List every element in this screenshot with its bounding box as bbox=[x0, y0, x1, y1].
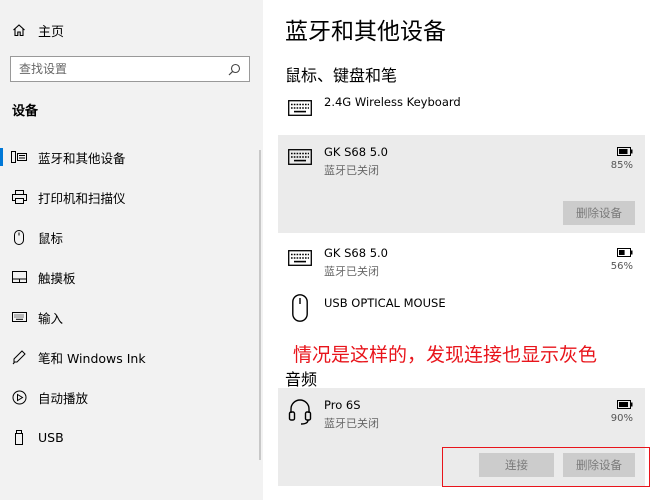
sidebar-item-label: 蓝牙和其他设备 bbox=[38, 150, 126, 166]
remove-device-button[interactable]: 删除设备 bbox=[563, 201, 635, 225]
section-title-audio: 音频 bbox=[285, 370, 318, 389]
keyboard-icon bbox=[287, 100, 313, 122]
battery-fill bbox=[619, 250, 625, 255]
sidebar-item-bluetooth[interactable]: 蓝牙和其他设备 bbox=[0, 142, 263, 172]
search-input[interactable] bbox=[19, 62, 219, 76]
battery-icon bbox=[617, 147, 633, 156]
device-name: Pro 6S bbox=[324, 398, 361, 412]
headset-icon bbox=[287, 398, 313, 426]
device-item[interactable]: USB OPTICAL MOUSE bbox=[278, 286, 645, 336]
sidebar-item-label: 笔和 Windows Ink bbox=[38, 350, 146, 366]
mouse-icon bbox=[287, 294, 313, 324]
device-item[interactable]: 2.4G Wireless Keyboard bbox=[278, 86, 645, 132]
sidebar-item-autoplay[interactable]: 自动播放 bbox=[0, 382, 263, 412]
battery-indicator: 90% bbox=[611, 400, 633, 424]
device-item[interactable]: GK S68 5.0 蓝牙已关闭 56% bbox=[278, 236, 645, 286]
sidebar-item-mouse[interactable]: 鼠标 bbox=[0, 222, 263, 252]
battery-indicator: 56% bbox=[611, 248, 633, 272]
keyboard-icon bbox=[287, 149, 313, 171]
device-name: 2.4G Wireless Keyboard bbox=[324, 95, 461, 109]
search-icon[interactable] bbox=[228, 63, 241, 76]
section-title-mouse-keyboard: 鼠标、键盘和笔 bbox=[285, 66, 398, 85]
battery-indicator: 85% bbox=[611, 147, 633, 171]
device-status: 蓝牙已关闭 bbox=[324, 265, 379, 278]
sidebar-item-label: 鼠标 bbox=[38, 230, 64, 246]
keyboard-icon bbox=[10, 312, 28, 322]
sidebar-scrollbar[interactable] bbox=[259, 150, 261, 460]
device-item-selected[interactable]: GK S68 5.0 蓝牙已关闭 85% 删除设备 bbox=[278, 135, 645, 233]
home-label: 主页 bbox=[38, 24, 65, 40]
search-box[interactable] bbox=[10, 56, 250, 82]
annotation-text: 情况是这样的，发现连接也显示灰色 bbox=[293, 344, 598, 366]
usb-icon bbox=[10, 429, 28, 445]
battery-icon bbox=[617, 400, 633, 409]
page-title: 蓝牙和其他设备 bbox=[285, 19, 446, 45]
sidebar-item-typing[interactable]: 输入 bbox=[0, 302, 263, 332]
sidebar-item-printers[interactable]: 打印机和扫描仪 bbox=[0, 182, 263, 212]
printer-icon bbox=[10, 190, 28, 204]
battery-percent: 85% bbox=[610, 160, 633, 171]
battery-percent: 90% bbox=[610, 413, 633, 424]
touchpad-icon bbox=[10, 271, 28, 283]
sidebar: 主页 设备 蓝牙和其他设备 打印机和扫描仪 鼠标 触摸板 bbox=[0, 0, 263, 500]
bluetooth-devices-icon bbox=[10, 150, 28, 164]
battery-fill bbox=[619, 402, 628, 407]
mouse-icon bbox=[10, 229, 28, 245]
pen-icon bbox=[10, 349, 28, 365]
sidebar-item-label: USB bbox=[38, 429, 64, 445]
section-label-devices: 设备 bbox=[12, 104, 39, 119]
sidebar-item-label: 触摸板 bbox=[38, 270, 76, 286]
highlight-box bbox=[442, 447, 650, 487]
device-status: 蓝牙已关闭 bbox=[324, 417, 379, 430]
sidebar-item-pen[interactable]: 笔和 Windows Ink bbox=[0, 342, 263, 372]
keyboard-icon bbox=[287, 250, 313, 272]
sidebar-item-label: 自动播放 bbox=[38, 390, 89, 406]
sidebar-item-label: 输入 bbox=[38, 310, 64, 326]
sidebar-item-usb[interactable]: USB bbox=[0, 422, 263, 452]
device-name: USB OPTICAL MOUSE bbox=[324, 296, 446, 310]
device-status: 蓝牙已关闭 bbox=[324, 164, 379, 177]
device-name: GK S68 5.0 bbox=[324, 246, 388, 260]
sidebar-item-touchpad[interactable]: 触摸板 bbox=[0, 262, 263, 292]
autoplay-icon bbox=[10, 390, 28, 405]
home-icon bbox=[13, 24, 25, 37]
battery-percent: 56% bbox=[610, 261, 633, 272]
device-name: GK S68 5.0 bbox=[324, 145, 388, 159]
home-link[interactable]: 主页 bbox=[12, 20, 64, 40]
main-panel: 蓝牙和其他设备 鼠标、键盘和笔 2.4G Wireless Keyboard G… bbox=[263, 0, 659, 500]
sidebar-item-label: 打印机和扫描仪 bbox=[38, 190, 126, 206]
battery-fill bbox=[619, 149, 628, 154]
battery-icon bbox=[617, 248, 633, 257]
